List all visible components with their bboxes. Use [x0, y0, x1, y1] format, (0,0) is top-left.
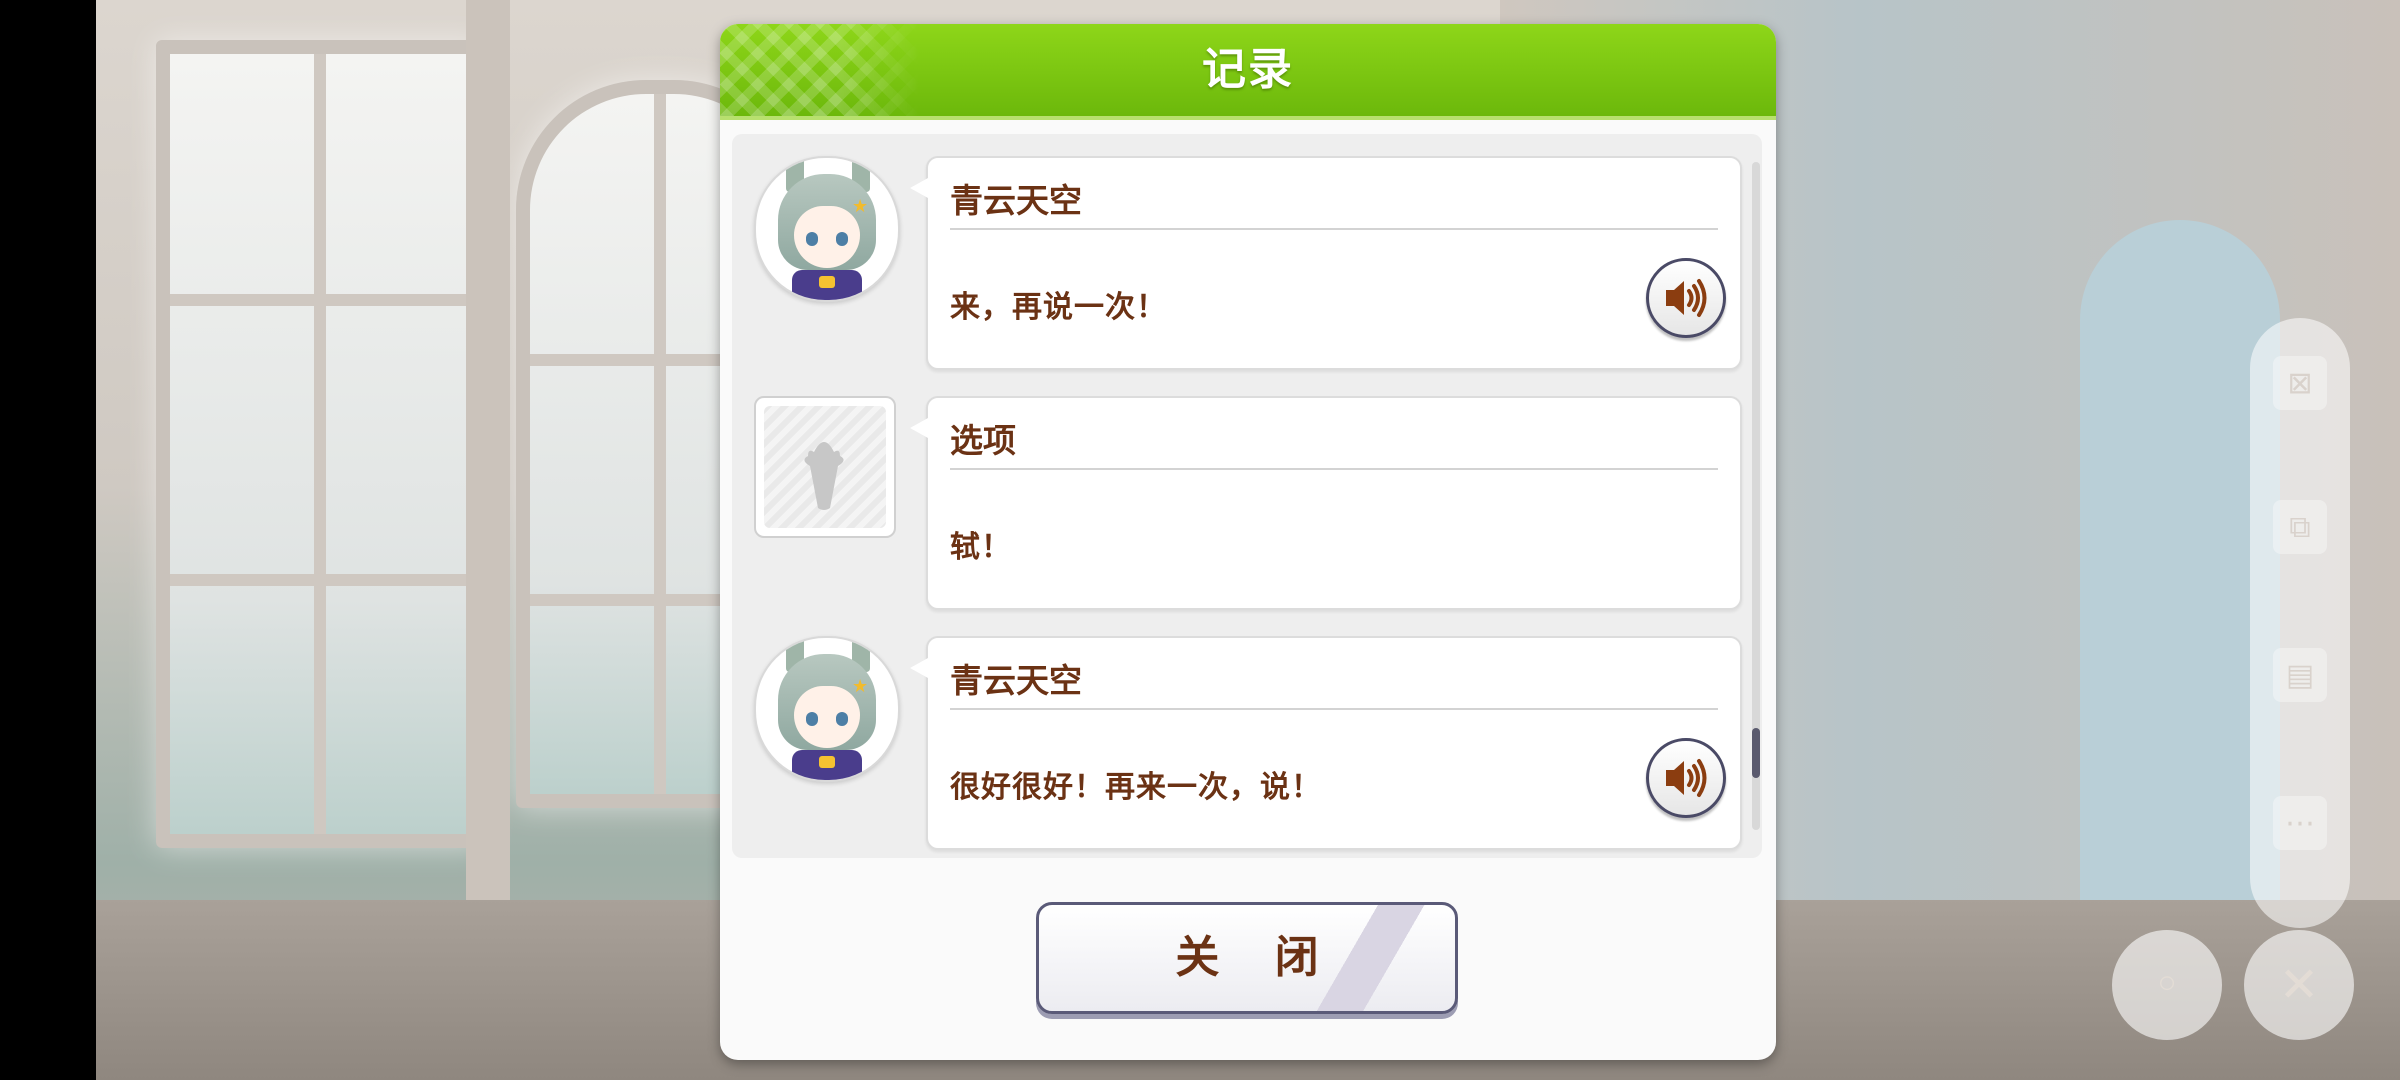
log-dialog: 记录 ★ 青云天空 来，再说一次！ 选项 轼！ ★ 青云天空 很好很好！再来一次… — [720, 24, 1776, 1060]
log-list[interactable]: ★ 青云天空 来，再说一次！ 选项 轼！ ★ 青云天空 很好很好！再来一次，说！ — [732, 134, 1762, 858]
side-menu-button[interactable]: ⋯ — [2273, 796, 2327, 850]
voice-play-button[interactable] — [1646, 258, 1726, 338]
carrot-icon — [804, 442, 844, 510]
close-button[interactable]: 关 闭 — [1036, 902, 1458, 1014]
background-window — [156, 40, 484, 848]
side-menu-button[interactable]: ⧉ — [2273, 500, 2327, 554]
log-entry: ★ 青云天空 来，再说一次！ — [732, 156, 1762, 370]
dialogue-text: 轼！ — [950, 530, 1012, 565]
background-pillar — [466, 0, 510, 900]
log-bubble: 青云天空 来，再说一次！ — [910, 156, 1742, 370]
choice-placeholder-icon — [754, 396, 896, 538]
divider — [950, 468, 1718, 470]
dialogue-text: 很好很好！再来一次，说！ — [950, 770, 1322, 805]
dialog-header: 记录 — [720, 24, 1776, 120]
skip-close-icon[interactable]: ✕ — [2244, 930, 2354, 1040]
log-entry: 选项 轼！ — [732, 396, 1762, 610]
speaker-icon — [1666, 759, 1707, 797]
divider — [950, 228, 1718, 230]
seiun-sky-avatar: ★ — [754, 156, 900, 302]
divider — [950, 708, 1718, 710]
speaker-name: 选项 — [950, 421, 1016, 460]
seiun-sky-avatar: ★ — [754, 636, 900, 782]
side-menu-button[interactable]: ▤ — [2273, 648, 2327, 702]
scroll-thumb[interactable] — [1752, 728, 1760, 778]
log-bubble: 青云天空 很好很好！再来一次，说！ — [910, 636, 1742, 850]
speaker-name: 青云天空 — [950, 661, 1082, 700]
voice-play-button[interactable] — [1646, 738, 1726, 818]
speaker-name: 青云天空 — [950, 181, 1082, 220]
left-black-bar — [0, 0, 96, 1080]
dialogue-text: 来，再说一次！ — [950, 290, 1167, 325]
log-bubble: 选项 轼！ — [910, 396, 1742, 610]
dialog-title: 记录 — [1202, 44, 1294, 95]
close-button-label: 关 闭 — [1175, 932, 1339, 983]
side-menu-button[interactable]: ⊠ — [2273, 356, 2327, 410]
speaker-icon — [1666, 279, 1707, 317]
scrollbar[interactable] — [1752, 162, 1760, 830]
auto-button[interactable]: ◦ — [2112, 930, 2222, 1040]
log-entry: ★ 青云天空 很好很好！再来一次，说！ — [732, 636, 1762, 850]
